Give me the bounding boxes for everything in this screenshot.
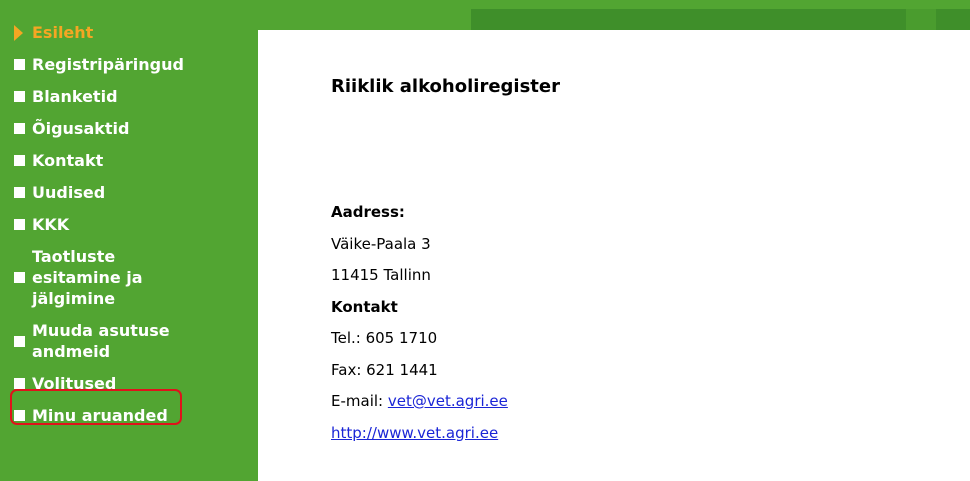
arrow-right-icon	[14, 24, 23, 41]
nav-item-muuda-asutuse-andmeid[interactable]: Muuda asutuse andmeid	[14, 320, 254, 362]
nav-item-kontakt[interactable]: Kontakt	[14, 150, 254, 171]
nav-item-label: Blanketid	[32, 87, 118, 106]
page-title: Riiklik alkoholiregister	[331, 76, 560, 97]
top-bar-segment	[471, 9, 906, 30]
top-bar-segment	[258, 9, 471, 30]
volitused-highlight-outline	[10, 389, 182, 425]
square-bullet-icon	[14, 187, 25, 198]
sidebar-nav: Esileht Registripäringud Blanketid Õigus…	[14, 22, 254, 437]
fax: Fax: 621 1441	[331, 360, 438, 379]
email-link[interactable]: vet@vet.agri.ee	[388, 392, 508, 410]
square-bullet-icon	[14, 123, 25, 134]
contact-info: Aadress: Väike-Paala 3 11415 Tallinn Kon…	[331, 197, 508, 449]
nav-item-blanketid[interactable]: Blanketid	[14, 86, 254, 107]
email-row: E-mail: vet@vet.agri.ee	[331, 386, 508, 418]
nav-item-label-line: jälgimine	[32, 289, 116, 308]
nav-item-uudised[interactable]: Uudised	[14, 182, 254, 203]
square-bullet-icon	[14, 59, 25, 70]
nav-item-label: KKK	[32, 215, 70, 234]
nav-item-taotluste[interactable]: Taotluste esitamine ja jälgimine	[14, 246, 254, 309]
nav-item-label: Õigusaktid	[32, 119, 130, 138]
square-bullet-icon	[14, 272, 25, 283]
nav-item-registriparingud[interactable]: Registripäringud	[14, 54, 254, 75]
telephone: Tel.: 605 1710	[331, 329, 438, 347]
nav-item-label: Esileht	[32, 23, 94, 42]
nav-item-esileht[interactable]: Esileht	[14, 22, 254, 43]
nav-item-label: Uudised	[32, 183, 106, 202]
top-bar	[258, 0, 970, 30]
top-bar-segment	[906, 9, 936, 30]
square-bullet-icon	[14, 335, 25, 347]
nav-item-kkk[interactable]: KKK	[14, 214, 254, 235]
address-heading: Aadress:	[331, 203, 405, 221]
email-label: E-mail:	[331, 392, 388, 410]
square-bullet-icon	[14, 219, 25, 230]
square-bullet-icon	[14, 378, 25, 389]
square-bullet-icon	[14, 155, 25, 166]
top-bar-segment	[936, 9, 970, 30]
nav-item-oigusaktid[interactable]: Õigusaktid	[14, 118, 254, 139]
contact-heading: Kontakt	[331, 297, 398, 316]
square-bullet-icon	[14, 91, 25, 102]
nav-item-label-line: andmeid	[32, 342, 111, 361]
nav-item-label-line: Taotluste	[32, 247, 116, 266]
nav-item-label-line: esitamine ja	[32, 268, 143, 287]
nav-item-label: Muuda asutuse andmeid	[32, 320, 170, 362]
city-postcode: 11415 Tallinn	[331, 266, 431, 284]
street-address: Väike-Paala 3	[331, 234, 431, 253]
nav-item-label: Taotluste esitamine ja jälgimine	[32, 246, 143, 309]
nav-item-label-line: Muuda asutuse	[32, 321, 170, 340]
nav-item-label: Registripäringud	[32, 55, 184, 74]
website-link[interactable]: http://www.vet.agri.ee	[331, 424, 498, 442]
nav-item-label: Kontakt	[32, 151, 104, 170]
website-row: http://www.vet.agri.ee	[331, 418, 508, 450]
